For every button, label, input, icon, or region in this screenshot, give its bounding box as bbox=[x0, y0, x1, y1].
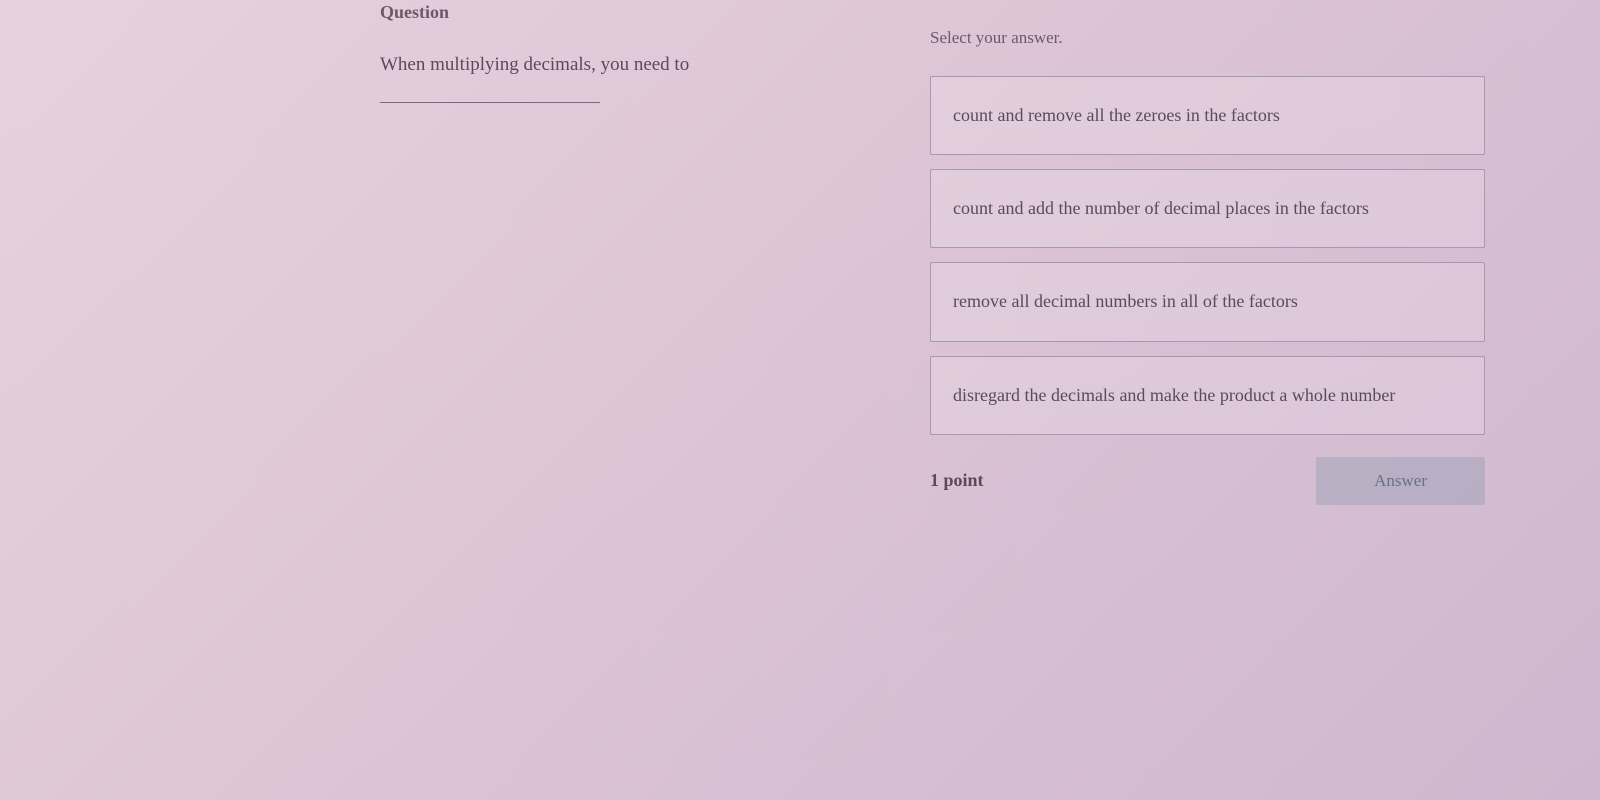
answer-heading: Select your answer. bbox=[930, 28, 1485, 48]
answer-option-4[interactable]: disregard the decimals and make the prod… bbox=[930, 356, 1485, 435]
points-label: 1 point bbox=[930, 470, 984, 491]
answer-panel: Select your answer. count and remove all… bbox=[930, 28, 1485, 505]
footer-row: 1 point Answer bbox=[930, 457, 1485, 505]
question-panel: Question When multiplying decimals, you … bbox=[380, 0, 880, 103]
answer-option-2[interactable]: count and add the number of decimal plac… bbox=[930, 169, 1485, 248]
question-text: When multiplying decimals, you need to bbox=[380, 51, 880, 80]
answer-button[interactable]: Answer bbox=[1316, 457, 1485, 505]
blank-line bbox=[380, 102, 600, 103]
question-heading: Question bbox=[380, 2, 880, 23]
answer-option-3[interactable]: remove all decimal numbers in all of the… bbox=[930, 262, 1485, 341]
answer-option-1[interactable]: count and remove all the zeroes in the f… bbox=[930, 76, 1485, 155]
